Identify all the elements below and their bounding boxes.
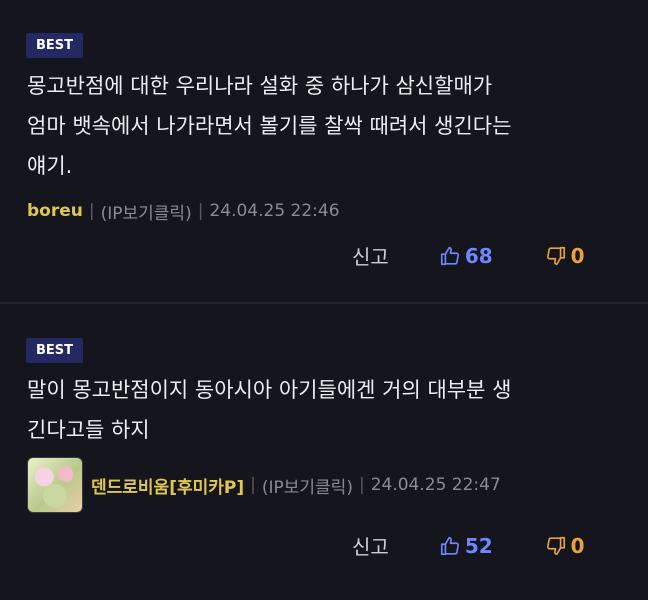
- downvote-button[interactable]: 0: [545, 244, 585, 268]
- comment-meta: 덴드로비움[후미카P] | (IP보기클릭) | 24.04.25 22:47: [27, 457, 501, 513]
- comment-text: 몽고반점에 대한 우리나라 설화 중 하나가 삼신할매가 엄마 뱃속에서 나가라…: [27, 74, 512, 178]
- ip-link[interactable]: (IP보기클릭): [101, 199, 192, 224]
- avatar[interactable]: [27, 457, 83, 513]
- author-name[interactable]: boreu: [27, 201, 83, 221]
- downvote-count: 0: [570, 533, 585, 558]
- separator: |: [250, 475, 256, 495]
- thumbs-down-icon: [545, 535, 567, 557]
- comment-date: 24.04.25 22:46: [209, 201, 340, 221]
- comment-text: 말이 몽고반점이지 동아시아 아기들에겐 거의 대부분 생 긴다고들 하지: [27, 378, 512, 442]
- report-button[interactable]: 신고: [352, 531, 389, 560]
- ip-link[interactable]: (IP보기클릭): [262, 473, 353, 498]
- best-badge: BEST: [26, 33, 84, 58]
- separator: |: [197, 201, 204, 221]
- best-badge: BEST: [26, 338, 84, 363]
- upvote-button[interactable]: 68: [439, 244, 545, 268]
- report-button[interactable]: 신고: [352, 241, 389, 270]
- upvote-button[interactable]: 52: [439, 534, 545, 558]
- separator: |: [358, 475, 365, 495]
- thumbs-up-icon: [439, 245, 461, 267]
- comment-actions: 신고 68 0: [352, 241, 585, 270]
- upvote-count: 68: [464, 243, 493, 268]
- downvote-button[interactable]: 0: [545, 534, 585, 558]
- upvote-count: 52: [464, 533, 493, 558]
- separator: |: [88, 201, 95, 221]
- comment-1: BEST 몽고반점에 대한 우리나라 설화 중 하나가 삼신할매가 엄마 뱃속에…: [0, 0, 648, 303]
- downvote-count: 0: [570, 243, 585, 268]
- comment-actions: 신고 52 0: [352, 531, 585, 560]
- thumbs-down-icon: [545, 245, 567, 267]
- comment-2: BEST 말이 몽고반점이지 동아시아 아기들에겐 거의 대부분 생 긴다고들 …: [0, 304, 648, 600]
- comment-meta: boreu | (IP보기클릭) | 24.04.25 22:46: [27, 196, 340, 226]
- author-name[interactable]: 덴드로비움[후미카P]: [91, 473, 244, 498]
- comment-date: 24.04.25 22:47: [370, 475, 501, 495]
- thumbs-up-icon: [439, 535, 461, 557]
